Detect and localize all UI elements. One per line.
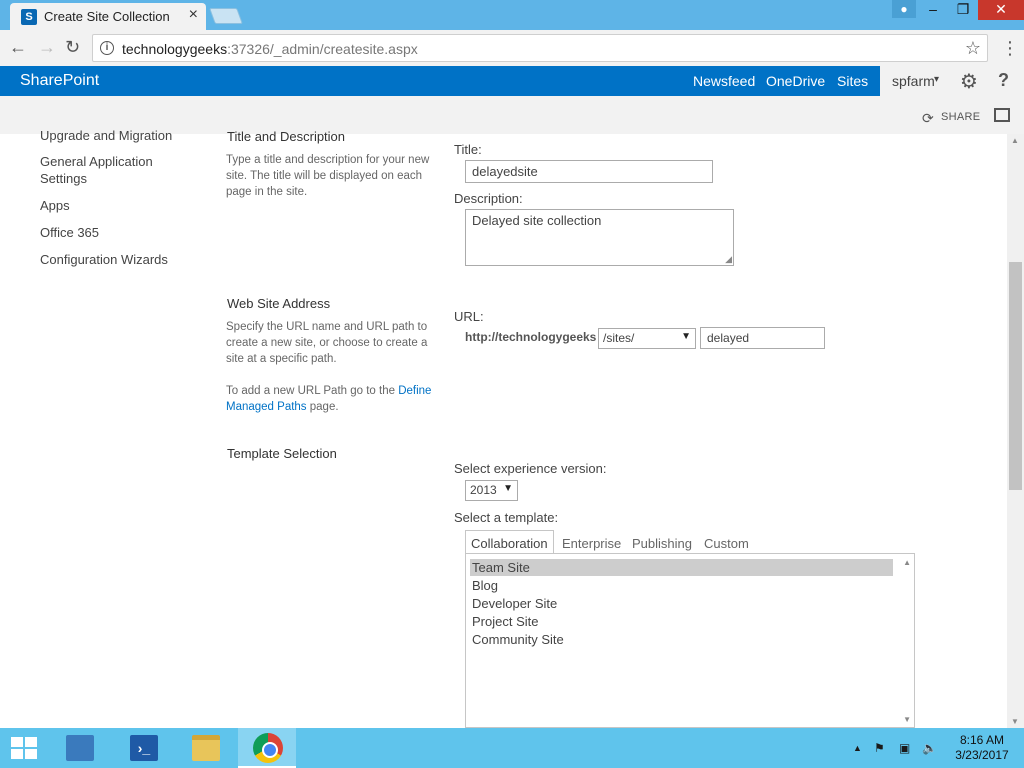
description-text: Delayed site collection [472, 213, 602, 228]
template-list[interactable]: Team Site Blog Developer Site Project Si… [465, 553, 915, 728]
nav-apps[interactable]: Apps [40, 197, 70, 214]
tab-custom[interactable]: Custom [704, 536, 749, 551]
section-title-description-text: Type a title and description for your ne… [226, 154, 430, 198]
windows-taskbar: ›_ ▲ ⚑ ▣ 🔈 8:16 AM 3/23/2017 [0, 728, 1024, 768]
template-item-community-site[interactable]: Community Site [470, 631, 893, 648]
back-arrow-icon[interactable]: ← [9, 37, 27, 58]
description-textarea[interactable]: Delayed site collection ◢ [465, 209, 734, 266]
volume-muted-icon[interactable]: 🔈 [922, 741, 937, 755]
browser-tab[interactable]: S Create Site Collection × [10, 3, 206, 30]
gear-icon[interactable]: ⚙ [960, 69, 978, 94]
section-web-address-text: Specify the URL name and URL path to cre… [226, 321, 428, 365]
experience-version-value: 2013 [470, 483, 497, 497]
browser-toolbar: ← → ↻ i technologygeeks:37326/_admin/cre… [0, 30, 1024, 66]
tab-enterprise[interactable]: Enterprise [562, 536, 621, 551]
show-hidden-icons-icon[interactable]: ▲ [853, 743, 862, 753]
nav-configuration-wizards[interactable]: Configuration Wizards [40, 251, 168, 268]
section-title-description-heading: Title and Description [227, 129, 346, 144]
server-manager-icon [66, 735, 94, 761]
help-icon[interactable]: ? [998, 70, 1009, 91]
address-bar[interactable]: i technologygeeks:37326/_admin/createsit… [92, 34, 988, 62]
url-prefix: http://technologygeeks [465, 330, 597, 344]
dropdown-arrow-icon: ▼ [503, 483, 513, 494]
taskbar-powershell[interactable]: ›_ [114, 728, 172, 768]
url-label: URL: [454, 309, 484, 324]
dropdown-arrow-icon: ▼ [681, 331, 691, 342]
experience-version-label: Select experience version: [454, 461, 607, 476]
clock-date: 3/23/2017 [955, 748, 1009, 762]
tab-collaboration[interactable]: Collaboration [465, 530, 554, 554]
suite-link-sites[interactable]: Sites [837, 73, 868, 89]
chrome-icon [253, 733, 283, 763]
suite-user-area: spfarm ▾ ⚙ ? [880, 66, 1024, 96]
list-scroll-up-icon[interactable]: ▲ [903, 558, 911, 567]
system-clock[interactable]: 8:16 AM 3/23/2017 [952, 733, 1012, 763]
taskbar-chrome[interactable] [238, 728, 296, 768]
minimize-button[interactable]: – [918, 0, 948, 20]
share-icon[interactable]: ⟳ [922, 110, 934, 127]
restore-button[interactable]: ❐ [948, 0, 978, 20]
network-icon[interactable]: ▣ [899, 741, 910, 755]
nav-general-application-settings[interactable]: General Application [40, 153, 153, 170]
scrollbar-thumb[interactable] [1009, 262, 1022, 490]
scroll-down-icon[interactable]: ▼ [1011, 717, 1019, 726]
managed-paths-suffix: page. [309, 401, 339, 413]
select-template-label: Select a template: [454, 510, 559, 525]
nav-office-365[interactable]: Office 365 [40, 224, 99, 241]
suite-link-onedrive[interactable]: OneDrive [766, 73, 825, 89]
taskbar-file-explorer[interactable] [176, 728, 234, 768]
template-item-team-site[interactable]: Team Site [470, 559, 893, 576]
browser-titlebar: S Create Site Collection × ● – ❐ ✕ [0, 0, 1024, 30]
title-input[interactable]: delayedsite [465, 160, 713, 183]
title-label: Title: [454, 142, 482, 157]
powershell-icon: ›_ [130, 735, 158, 761]
sharepoint-brand[interactable]: SharePoint [20, 72, 99, 90]
close-window-button[interactable]: ✕ [978, 0, 1024, 20]
folder-icon [192, 735, 220, 761]
suite-link-newsfeed[interactable]: Newsfeed [693, 73, 755, 89]
list-scroll-down-icon[interactable]: ▼ [903, 715, 911, 724]
template-item-project-site[interactable]: Project Site [470, 613, 893, 630]
taskbar-server-manager[interactable] [50, 728, 108, 768]
user-menu[interactable]: spfarm [892, 73, 935, 89]
description-label: Description: [454, 191, 523, 206]
section-web-address-heading: Web Site Address [227, 296, 331, 311]
bookmark-star-icon[interactable]: ☆ [965, 38, 981, 59]
sharepoint-favicon-icon: S [21, 9, 37, 25]
share-button[interactable]: SHARE [941, 111, 980, 123]
experience-version-select[interactable]: 2013 ▼ [465, 480, 518, 501]
managed-paths-prefix: To add a new URL Path go to the [226, 385, 395, 397]
action-center-flag-icon[interactable]: ⚑ [874, 741, 885, 755]
reload-icon[interactable]: ↻ [65, 37, 80, 58]
url-text: technologygeeks:37326/_admin/createsite.… [122, 41, 418, 57]
url-path-value: /sites/ [603, 331, 635, 345]
nav-general-application-settings-line2[interactable]: Settings [40, 170, 87, 187]
browser-menu-icon[interactable]: ⋮ [1001, 38, 1019, 59]
url-name-input[interactable]: delayed [700, 327, 825, 349]
section-template-heading: Template Selection [227, 446, 337, 461]
new-tab-button[interactable] [209, 8, 243, 24]
forward-arrow-icon[interactable]: → [38, 37, 56, 58]
focus-on-content-icon[interactable] [994, 108, 1010, 122]
tab-publishing[interactable]: Publishing [632, 536, 692, 551]
managed-paths-hint: To add a new URL Path go to the Define M… [226, 383, 432, 415]
suite-bar: SharePoint Newsfeed OneDrive Sites spfar… [0, 66, 1024, 96]
url-path-select[interactable]: /sites/ ▼ [598, 328, 696, 349]
info-icon[interactable]: i [100, 41, 114, 55]
windows-start-icon[interactable] [11, 737, 37, 759]
template-item-blog[interactable]: Blog [470, 577, 893, 594]
nav-upgrade-migration[interactable]: Upgrade and Migration [40, 127, 172, 144]
tab-title: Create Site Collection [44, 9, 170, 24]
page-scrollbar[interactable]: ▲ ▼ [1007, 134, 1024, 728]
close-tab-icon[interactable]: × [189, 6, 198, 24]
scroll-up-icon[interactable]: ▲ [1011, 136, 1019, 145]
template-item-developer-site[interactable]: Developer Site [470, 595, 893, 612]
resize-grip-icon[interactable]: ◢ [725, 255, 732, 264]
chevron-down-icon[interactable]: ▾ [934, 74, 939, 85]
user-profile-icon[interactable]: ● [892, 0, 916, 18]
clock-time: 8:16 AM [959, 733, 1005, 747]
